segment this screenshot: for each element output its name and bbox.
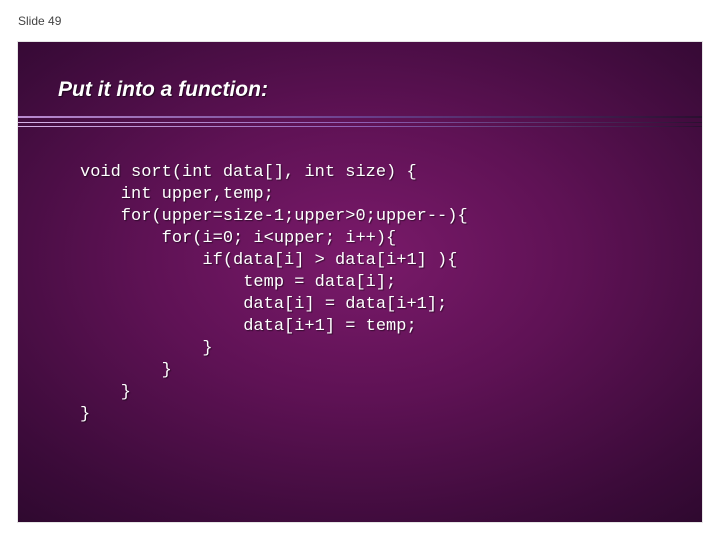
code-block: void sort(int data[], int size) { int up… bbox=[80, 162, 682, 426]
title-rule bbox=[18, 126, 702, 127]
page: Slide 49 Put it into a function: void so… bbox=[0, 0, 720, 540]
title-rule bbox=[18, 122, 702, 123]
slide-number-label: Slide 49 bbox=[18, 14, 61, 28]
title-rule bbox=[18, 116, 702, 118]
slide-body: Put it into a function: void sort(int da… bbox=[18, 42, 702, 522]
slide-title: Put it into a function: bbox=[18, 78, 702, 102]
